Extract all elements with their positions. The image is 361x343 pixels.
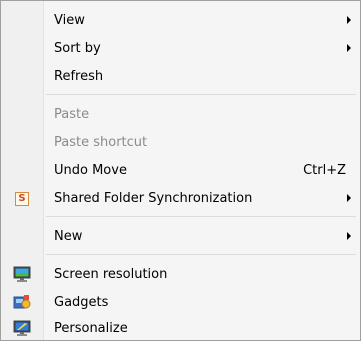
- submenu-arrow-icon: [347, 232, 351, 240]
- menu-item-label: View: [54, 13, 85, 28]
- menu-item-label: New: [54, 229, 83, 244]
- menu-item-label: Gadgets: [54, 295, 109, 310]
- menu-item-label: Paste shortcut: [54, 135, 148, 150]
- menu-item-label: Undo Move: [54, 163, 127, 178]
- monitor-icon: [13, 266, 31, 282]
- menu-separator: [46, 254, 356, 255]
- menu-separator: [46, 94, 356, 95]
- shared-folder-sync-icon: S: [15, 192, 29, 206]
- submenu-arrow-icon: [347, 16, 351, 24]
- menu-item-undo-move[interactable]: Undo Move Ctrl+Z: [1, 156, 360, 185]
- menu-item-paste[interactable]: Paste: [1, 100, 360, 129]
- menu-item-sort-by[interactable]: Sort by: [1, 34, 360, 63]
- menu-item-paste-shortcut[interactable]: Paste shortcut: [1, 128, 360, 157]
- menu-item-view[interactable]: View: [1, 6, 360, 35]
- menu-item-label: Screen resolution: [54, 267, 168, 282]
- menu-item-label: Personalize: [54, 321, 128, 336]
- menu-separator: [46, 216, 356, 217]
- menu-item-personalize[interactable]: Personalize: [1, 314, 360, 343]
- desktop-context-menu: View Sort by Refresh Paste Paste shortcu…: [0, 0, 361, 341]
- submenu-arrow-icon: [347, 194, 351, 202]
- gadgets-icon: [13, 295, 31, 309]
- menu-item-refresh[interactable]: Refresh: [1, 62, 360, 91]
- menu-item-label: Shared Folder Synchronization: [54, 191, 253, 206]
- menu-item-gadgets[interactable]: Gadgets: [1, 288, 360, 317]
- menu-item-label: Paste: [54, 107, 90, 122]
- menu-item-label: Refresh: [54, 69, 104, 84]
- submenu-arrow-icon: [347, 44, 351, 52]
- personalize-icon: [13, 320, 31, 336]
- menu-item-screen-resolution[interactable]: Screen resolution: [1, 260, 360, 289]
- menu-item-shortcut: Ctrl+Z: [303, 163, 346, 178]
- menu-item-label: Sort by: [54, 41, 101, 56]
- menu-item-new[interactable]: New: [1, 222, 360, 251]
- menu-item-shared-folder-sync[interactable]: S Shared Folder Synchronization: [1, 184, 360, 213]
